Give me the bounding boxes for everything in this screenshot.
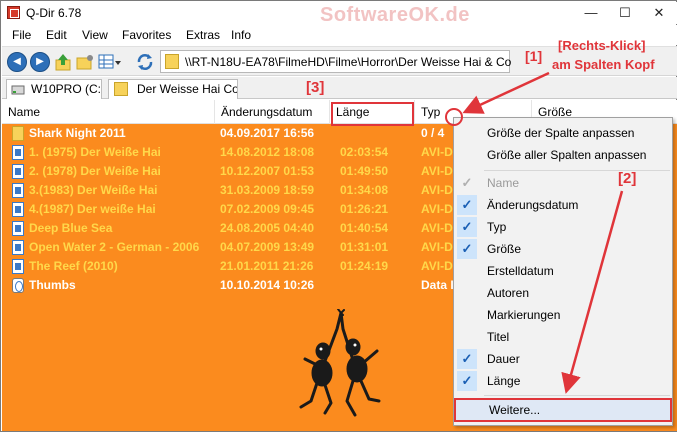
app-window: Q-Dir 6.78 SoftwareOK.de — ☐ ✕ File Edit…: [0, 0, 677, 432]
annotation-arrows: [445, 71, 624, 394]
right-click-marker-icon: [445, 108, 463, 126]
annotation-2-arrow: [561, 190, 624, 394]
annotation-1-arrow: [462, 71, 550, 114]
